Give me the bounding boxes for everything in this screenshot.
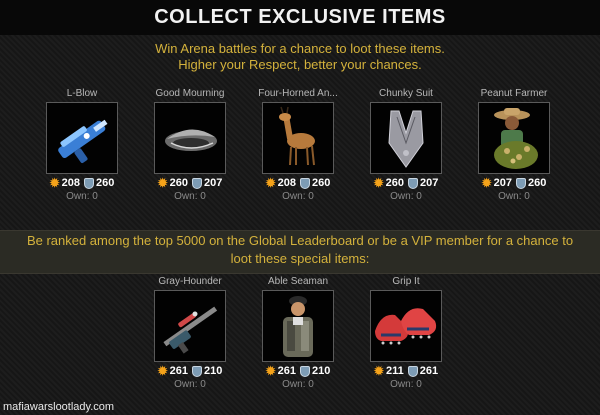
defense-icon — [408, 178, 419, 189]
attack-value: 260 — [385, 177, 405, 189]
watermark: mafiawarslootlady.com — [3, 401, 115, 413]
defense-icon — [407, 366, 418, 377]
own-count: Own: 0 — [498, 191, 530, 202]
item-stats: ✹ 261 210 — [253, 365, 343, 378]
item-name: L-Blow — [66, 88, 98, 99]
item-name: Grip It — [392, 276, 420, 287]
defense-value: 261 — [419, 365, 439, 377]
defense-value: 207 — [420, 177, 439, 189]
attack-value: 261 — [277, 365, 297, 377]
item-stats: ✹ 261 210 — [145, 365, 235, 378]
intro-line-1: Win Arena battles for a chance to loot t… — [155, 41, 445, 56]
attack-value: 208 — [277, 177, 297, 189]
attack-icon: ✹ — [49, 176, 60, 190]
own-count: Own: 0 — [282, 191, 314, 202]
page-title: COLLECT EXCLUSIVE ITEMS — [154, 6, 446, 28]
attack-value: 211 — [385, 365, 404, 377]
item-image-frame[interactable] — [154, 290, 226, 362]
own-count: Own: 0 — [174, 379, 206, 390]
attack-value: 261 — [169, 365, 189, 377]
item-stats: ✹ 207 260 — [469, 177, 559, 190]
seaman-icon — [283, 296, 313, 357]
item-stats: ✹ 208 260 — [253, 177, 343, 190]
defense-icon — [84, 178, 95, 189]
item-image-frame[interactable] — [370, 290, 442, 362]
own-count: Own: 0 — [282, 379, 314, 390]
item-name: Chunky Suit — [379, 88, 433, 99]
item-image-frame[interactable] — [154, 102, 226, 174]
farmer-icon — [494, 108, 538, 169]
item-card-chunky-suit[interactable]: Chunky Suit ✹ 260 207 Own: 0 — [361, 88, 451, 202]
item-card-peanut-farmer[interactable]: Peanut Farmer ✹ 207 260 Own: 0 — [469, 88, 559, 202]
item-image-frame[interactable] — [262, 102, 334, 174]
defense-icon — [516, 178, 527, 189]
item-stats: ✹ 211 261 — [361, 365, 451, 378]
leaderboard-line-1: Be ranked among the top 5000 on the Glob… — [26, 233, 574, 248]
defense-value: 207 — [204, 177, 223, 189]
attack-icon: ✹ — [373, 364, 384, 378]
item-card-grip-it[interactable]: Grip It ✹ 211 261 Own: 0 — [361, 276, 451, 390]
item-card-l-blow[interactable]: L-Blow ✹ 208 260 Own: 0 — [37, 88, 127, 202]
own-count: Own: 0 — [174, 191, 206, 202]
sniper-rifle-icon — [163, 306, 218, 354]
attack-value: 208 — [61, 177, 81, 189]
attack-icon: ✹ — [373, 176, 384, 190]
attack-icon: ✹ — [157, 364, 168, 378]
item-stats: ✹ 260 207 — [361, 177, 451, 190]
defense-icon — [192, 366, 203, 377]
own-count: Own: 0 — [390, 379, 422, 390]
own-count: Own: 0 — [66, 191, 98, 202]
leaderboard-text: Be ranked among the top 5000 on the Glob… — [0, 232, 600, 268]
item-name: Able Seaman — [267, 276, 329, 287]
defense-icon — [300, 178, 311, 189]
attack-icon: ✹ — [157, 176, 168, 190]
defense-value: 210 — [204, 365, 223, 377]
intro-text: Win Arena battles for a chance to loot t… — [0, 41, 600, 73]
attack-icon: ✹ — [265, 176, 276, 190]
metal-vehicle-icon — [165, 129, 217, 151]
item-image-frame[interactable] — [262, 290, 334, 362]
item-card-able-seaman[interactable]: Able Seaman ✹ 261 210 Own: 0 — [253, 276, 343, 390]
futuristic-gun-icon — [58, 119, 108, 164]
item-name: Peanut Farmer — [480, 88, 548, 99]
attack-value: 260 — [169, 177, 189, 189]
item-stats: ✹ 260 207 — [145, 177, 235, 190]
intro-line-2: Higher your Respect, better your chances… — [178, 57, 422, 72]
defense-icon — [192, 178, 203, 189]
item-name: Gray-Hounder — [158, 276, 222, 287]
item-image-frame[interactable] — [478, 102, 550, 174]
item-card-good-mourning[interactable]: Good Mourning ✹ 260 207 Own: 0 — [145, 88, 235, 202]
chain-vest-icon — [388, 110, 424, 168]
defense-value: 260 — [96, 177, 115, 189]
cleats-icon — [375, 308, 437, 345]
attack-icon: ✹ — [265, 364, 276, 378]
item-image-frame[interactable] — [46, 102, 118, 174]
antelope-icon — [279, 106, 315, 166]
defense-value: 210 — [312, 365, 331, 377]
defense-value: 260 — [312, 177, 331, 189]
leaderboard-line-2: loot these special items: — [230, 251, 370, 266]
header-bar: COLLECT EXCLUSIVE ITEMS — [0, 0, 600, 35]
item-card-four-horned-antelope[interactable]: Four-Horned An... ✹ 208 260 Own: 0 — [253, 88, 343, 202]
item-stats: ✹ 208 260 — [37, 177, 127, 190]
defense-icon — [300, 366, 311, 377]
item-image-frame[interactable] — [370, 102, 442, 174]
item-name: Good Mourning — [155, 88, 225, 99]
attack-icon: ✹ — [481, 176, 492, 190]
own-count: Own: 0 — [390, 191, 422, 202]
item-card-gray-hounder[interactable]: Gray-Hounder ✹ 261 210 Own: 0 — [145, 276, 235, 390]
defense-value: 260 — [528, 177, 547, 189]
item-name: Four-Horned An... — [258, 88, 338, 99]
attack-value: 207 — [493, 177, 513, 189]
